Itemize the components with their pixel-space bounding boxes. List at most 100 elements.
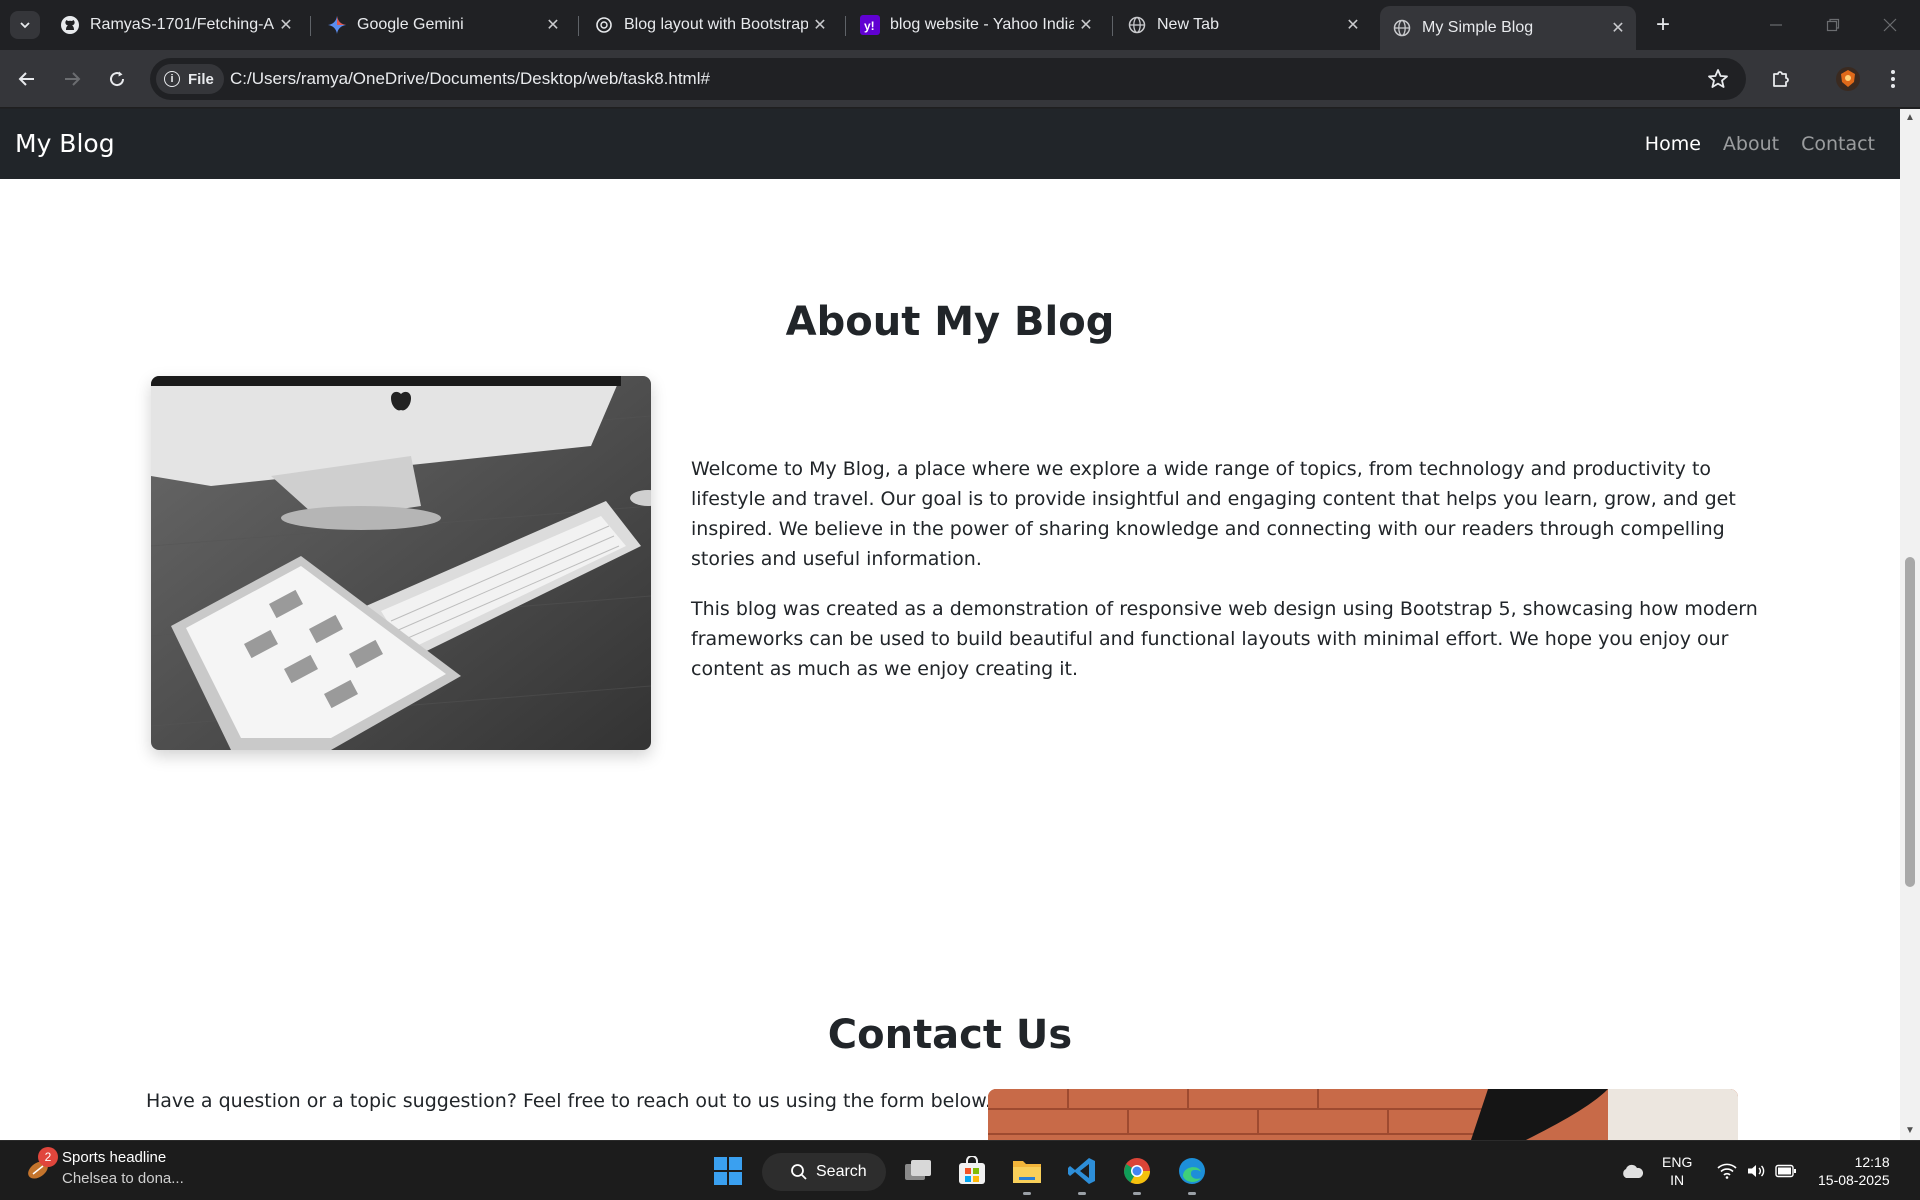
battery-icon <box>1775 1164 1796 1178</box>
extensions-button[interactable] <box>1765 63 1797 95</box>
chrome-icon <box>1123 1158 1151 1185</box>
wifi-icon <box>1717 1163 1737 1179</box>
running-indicator <box>1023 1192 1031 1195</box>
chevron-down-icon <box>20 22 30 29</box>
about-heading: About My Blog <box>785 299 1115 345</box>
avatar-icon <box>1836 67 1860 91</box>
vscode-app[interactable] <box>1062 1151 1102 1195</box>
news-badge: 2 <box>38 1147 58 1167</box>
yahoo-icon: y! <box>860 15 880 35</box>
browser-menu-button[interactable] <box>1877 63 1909 95</box>
close-icon[interactable]: ✕ <box>1606 16 1630 40</box>
clock[interactable]: 12:18 15-08-2025 <box>1818 1153 1890 1189</box>
tab-gemini[interactable]: Google Gemini ✕ <box>315 8 571 42</box>
kebab-menu-icon <box>1891 70 1895 88</box>
start-button[interactable] <box>708 1151 748 1191</box>
about-paragraph: Welcome to My Blog, a place where we exp… <box>691 458 1736 570</box>
close-icon[interactable]: ✕ <box>808 13 832 37</box>
battery-tray[interactable] <box>1766 1151 1806 1191</box>
nav-link-about[interactable]: About <box>1723 133 1779 155</box>
new-tab-button[interactable]: + <box>1648 11 1678 39</box>
task-view-button[interactable] <box>898 1151 938 1191</box>
edge-icon <box>1179 1158 1205 1184</box>
puzzle-icon <box>1773 71 1789 87</box>
globe-icon <box>1392 18 1412 38</box>
github-icon <box>60 15 80 35</box>
reload-button[interactable] <box>100 62 134 96</box>
contact-heading: Contact Us <box>827 1012 1073 1058</box>
vscode-icon <box>1068 1158 1095 1184</box>
tab-title: Blog layout with Bootstrap <box>624 16 808 33</box>
search-label: Search <box>816 1163 867 1180</box>
search-icon <box>791 1164 807 1180</box>
contact-image <box>988 1089 1738 1140</box>
running-indicator <box>1188 1192 1196 1195</box>
tab-title: RamyaS-1701/Fetching-AP <box>90 16 274 33</box>
folder-icon <box>1013 1161 1041 1183</box>
page-scrollbar[interactable]: ▲ ▼ <box>1900 109 1920 1140</box>
close-icon[interactable]: ✕ <box>274 13 298 37</box>
news-title: Sports headline <box>62 1149 167 1166</box>
window-close-button[interactable] <box>1862 0 1918 50</box>
tab-separator <box>578 16 579 36</box>
scroll-thumb[interactable] <box>1905 557 1915 887</box>
browser-toolbar: i File C:/Users/ramya/OneDrive/Documents… <box>0 50 1920 108</box>
contact-intro: Have a question or a topic suggestion? F… <box>146 1090 992 1112</box>
restore-button[interactable] <box>1805 0 1861 50</box>
nav-link-contact[interactable]: Contact <box>1801 133 1875 155</box>
site-info-chip[interactable]: i File <box>156 64 224 94</box>
scroll-down-icon[interactable]: ▼ <box>1904 1125 1916 1137</box>
microsoft-store-app[interactable] <box>952 1151 992 1191</box>
url-text[interactable]: C:/Users/ramya/OneDrive/Documents/Deskto… <box>230 69 710 89</box>
close-icon <box>1883 18 1897 32</box>
reload-icon <box>110 71 125 87</box>
nav-links: Home About Contact <box>1645 133 1875 155</box>
cloud-icon <box>1623 1164 1644 1178</box>
minimize-button[interactable] <box>1748 0 1804 50</box>
speaker-icon <box>1748 1165 1765 1177</box>
tab-strip: RamyaS-1701/Fetching-AP ✕ Google Gemini … <box>0 0 1920 50</box>
store-icon <box>959 1156 985 1184</box>
tab-my-simple-blog[interactable]: My Simple Blog ✕ <box>1380 6 1636 50</box>
file-explorer-app[interactable] <box>1007 1151 1047 1195</box>
bookmark-star-icon[interactable] <box>1706 67 1730 91</box>
taskbar-search[interactable]: Search <box>762 1153 886 1191</box>
close-icon[interactable]: ✕ <box>1074 13 1098 37</box>
address-bar[interactable]: i File C:/Users/ramya/OneDrive/Documents… <box>150 58 1746 100</box>
tab-chatgpt[interactable]: Blog layout with Bootstrap ✕ <box>582 8 838 42</box>
clock-time: 12:18 <box>1854 1154 1890 1170</box>
info-icon: i <box>164 71 180 87</box>
nav-link-home[interactable]: Home <box>1645 133 1701 155</box>
site-navbar: My Blog Home About Contact <box>0 109 1900 179</box>
edge-app[interactable] <box>1172 1151 1212 1195</box>
site-brand[interactable]: My Blog <box>15 129 115 158</box>
tab-new-tab[interactable]: New Tab ✕ <box>1115 8 1371 42</box>
tab-github[interactable]: RamyaS-1701/Fetching-AP ✕ <box>48 8 304 42</box>
arrow-left-icon <box>18 72 34 86</box>
news-widget[interactable]: 2 Sports headline Chelsea to dona... <box>24 1147 184 1187</box>
language-indicator[interactable]: ENG IN <box>1662 1153 1692 1189</box>
tab-title: blog website - Yahoo India <box>890 16 1074 33</box>
globe-icon <box>1127 15 1147 35</box>
tab-title: New Tab <box>1157 16 1219 33</box>
tab-title: My Simple Blog <box>1422 19 1534 36</box>
forward-button[interactable] <box>55 62 89 96</box>
chatgpt-icon <box>594 15 614 35</box>
back-button[interactable] <box>10 62 44 96</box>
news-text: Chelsea to dona... <box>62 1170 184 1187</box>
tab-yahoo[interactable]: y! blog website - Yahoo India ✕ <box>848 8 1104 42</box>
onedrive-tray[interactable] <box>1612 1151 1652 1191</box>
arrow-right-icon <box>65 72 81 86</box>
tab-search-button[interactable] <box>10 11 40 39</box>
about-text: Welcome to My Blog, a place where we exp… <box>691 454 1761 704</box>
close-icon[interactable]: ✕ <box>541 13 565 37</box>
profile-avatar[interactable] <box>1832 63 1864 95</box>
tab-title: Google Gemini <box>357 16 464 33</box>
about-image <box>151 376 651 750</box>
scroll-up-icon[interactable]: ▲ <box>1904 112 1916 124</box>
tab-separator <box>1112 16 1113 36</box>
running-indicator <box>1133 1192 1141 1195</box>
close-icon[interactable]: ✕ <box>1341 13 1365 37</box>
chrome-app[interactable] <box>1117 1151 1157 1195</box>
clock-date: 15-08-2025 <box>1818 1172 1890 1188</box>
